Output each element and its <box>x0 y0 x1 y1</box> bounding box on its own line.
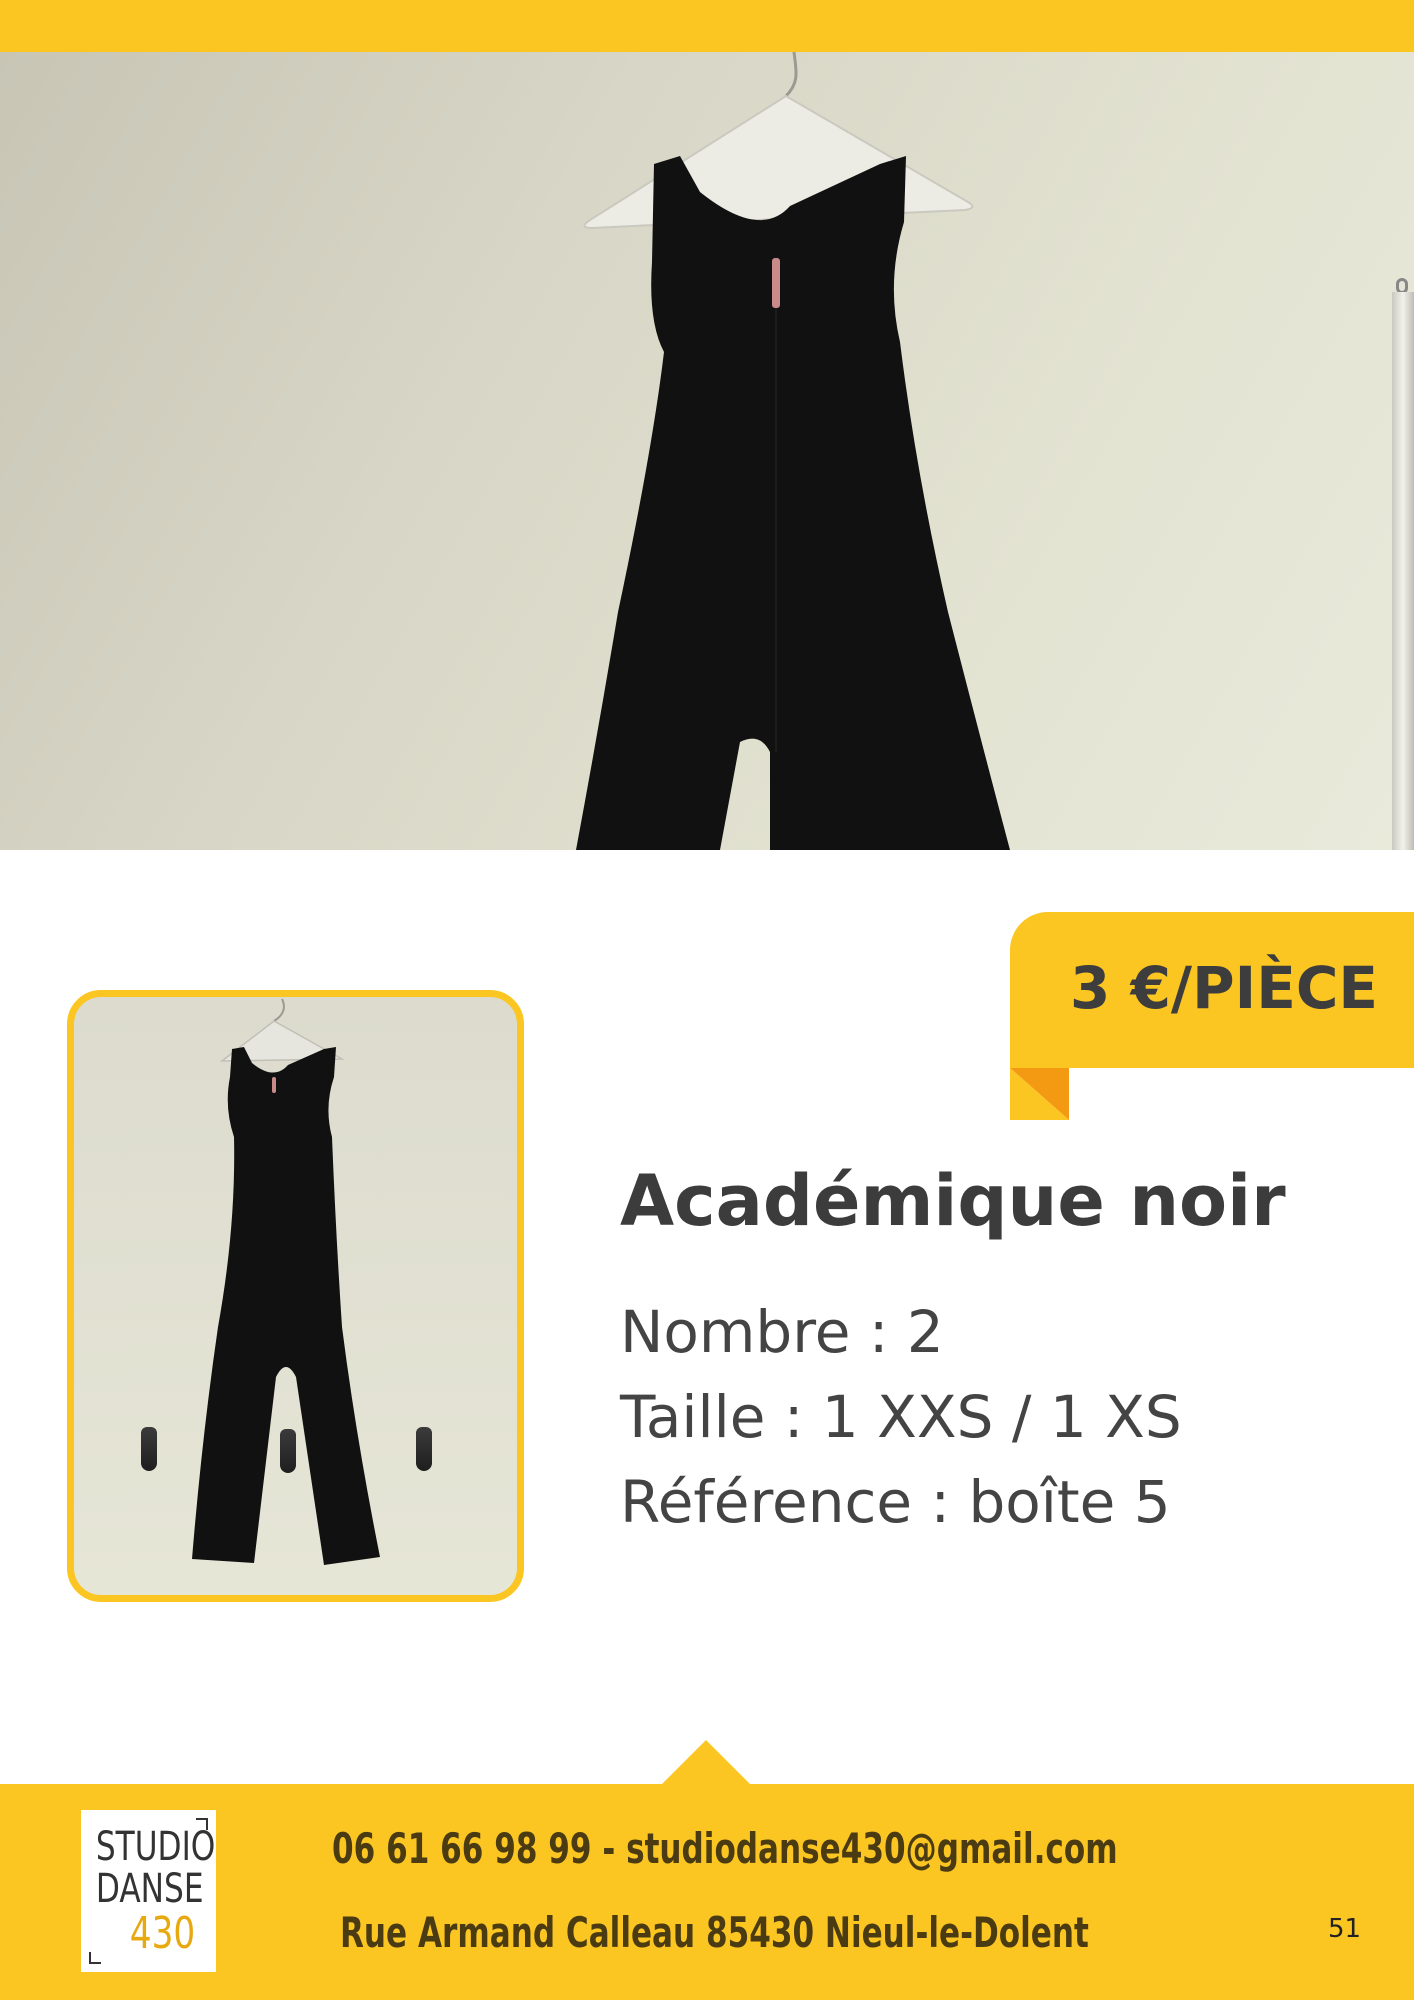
price-tag-fold <box>1010 1068 1069 1120</box>
reference-text: Référence : boîte 5 <box>620 1468 1171 1536</box>
footer: STUDIO DANSE 430 06 61 66 98 99 - studio… <box>0 1784 1414 2000</box>
product-thumbnail <box>67 990 524 1602</box>
mirror-frame <box>1392 292 1414 850</box>
coat-hook-icon <box>416 1427 432 1471</box>
thumbnail-garment-image <box>192 998 380 1565</box>
product-details: Nombre : 2 Taille : 1 XXS / 1 XS Référen… <box>620 1290 1182 1545</box>
hero-garment-image <box>576 52 1010 850</box>
logo-line-danse: DANSE <box>95 1866 204 1912</box>
page-number: 51 <box>1328 1914 1362 1944</box>
logo-line-number: 430 <box>129 1908 196 1959</box>
logo-line-studio: STUDIO <box>95 1824 216 1870</box>
address-info: Rue Armand Calleau 85430 Nieul-le-Dolent <box>340 1908 1089 1957</box>
product-title: Académique noir <box>620 1160 1286 1242</box>
studio-logo: STUDIO DANSE 430 <box>81 1810 216 1972</box>
footer-notch <box>660 1740 752 1786</box>
quantity-text: Nombre : 2 <box>620 1298 944 1366</box>
coat-hook-icon <box>280 1429 296 1473</box>
size-text: Taille : 1 XXS / 1 XS <box>620 1383 1182 1451</box>
logo-corner-mark <box>89 1952 101 1964</box>
top-accent-bar <box>0 0 1414 52</box>
price-label: 3 €/PIÈCE <box>1070 954 1378 1022</box>
price-tag: 3 €/PIÈCE <box>1010 912 1414 1068</box>
coat-hook-icon <box>141 1427 157 1471</box>
hero-photo <box>0 52 1414 850</box>
contact-info: 06 61 66 98 99 - studiodanse430@gmail.co… <box>332 1824 1118 1873</box>
